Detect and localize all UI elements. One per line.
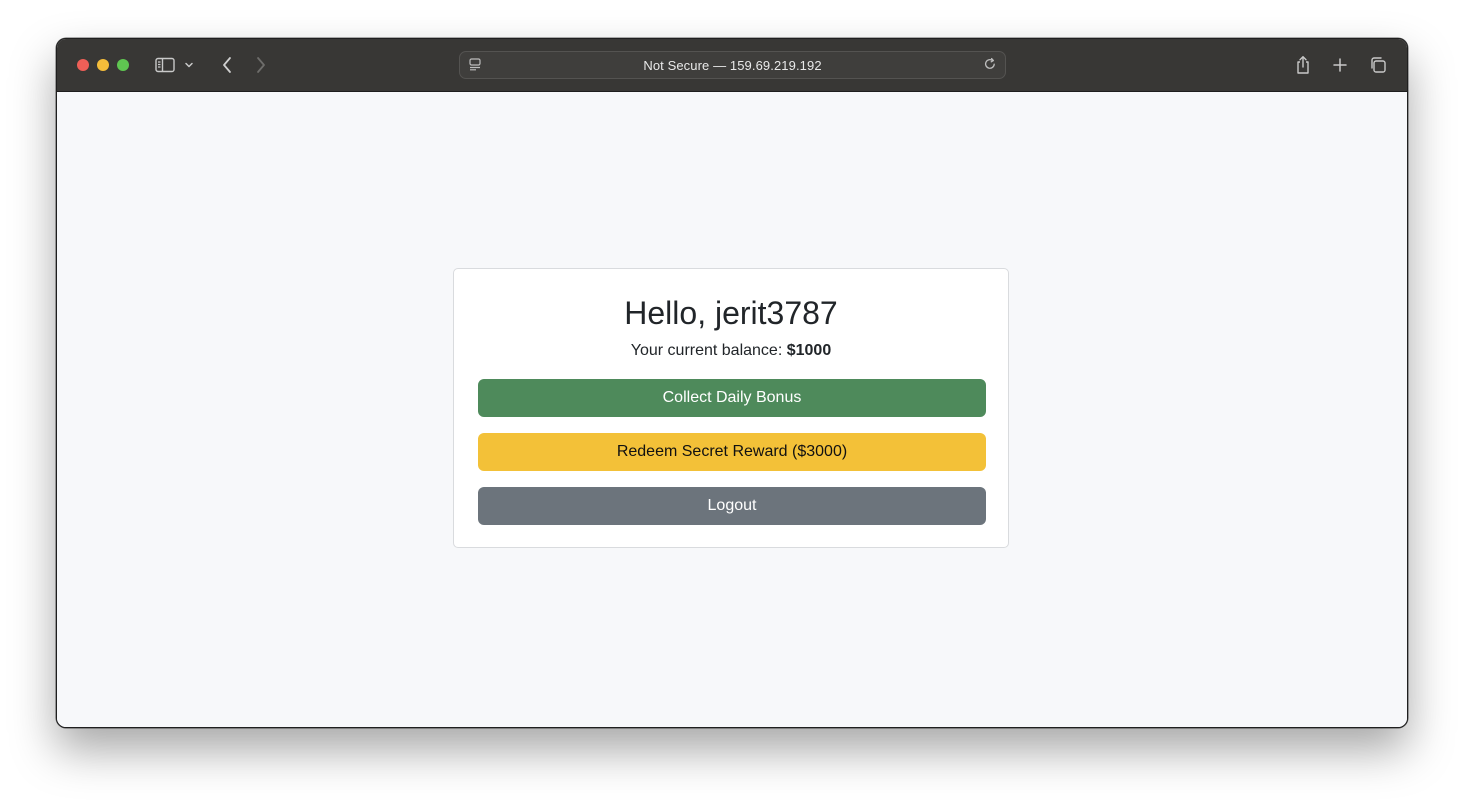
collect-daily-bonus-button[interactable]: Collect Daily Bonus [478,379,986,417]
minimize-window-button[interactable] [97,59,109,71]
tabs-overview-icon[interactable] [1366,53,1390,77]
forward-icon[interactable] [249,53,273,77]
browser-window: Not Secure — 159.69.219.192 Hello, jerit… [56,38,1408,728]
balance-line: Your current balance: $1000 [454,341,1008,361]
back-icon[interactable] [215,53,239,77]
account-card: Hello, jerit3787 Your current balance: $… [453,268,1009,548]
browser-toolbar: Not Secure — 159.69.219.192 [57,39,1407,92]
logout-button[interactable]: Logout [478,487,986,525]
page-content: Hello, jerit3787 Your current balance: $… [57,92,1407,727]
new-tab-icon[interactable] [1328,53,1352,77]
chevron-down-icon[interactable] [181,53,197,77]
greeting-heading: Hello, jerit3787 [624,295,838,331]
reload-icon[interactable] [983,57,997,76]
zoom-window-button[interactable] [117,59,129,71]
address-text[interactable]: Not Secure — 159.69.219.192 [460,52,1005,78]
balance-value: $1000 [786,342,832,359]
sidebar-icon[interactable] [153,53,177,77]
close-window-button[interactable] [77,59,89,71]
share-icon[interactable] [1291,53,1315,77]
address-bar[interactable]: Not Secure — 159.69.219.192 [459,51,1006,79]
redeem-secret-reward-button[interactable]: Redeem Secret Reward ($3000) [478,433,986,471]
balance-label: Your current balance: [630,342,787,359]
